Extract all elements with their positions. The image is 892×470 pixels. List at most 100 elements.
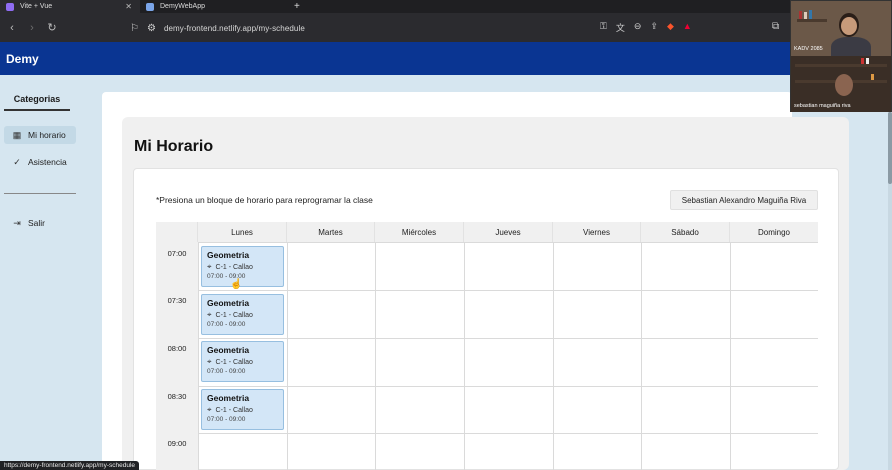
page-icon	[146, 2, 154, 11]
time-label: 08:00	[167, 344, 187, 353]
forward-icon[interactable]: ›	[24, 22, 40, 34]
shelf	[797, 19, 827, 22]
block-time: 07:00 - 09:00	[207, 273, 246, 280]
grid-divider	[553, 242, 554, 470]
user-name-button[interactable]: Sebastian Alexandro Maguiña Riva	[670, 190, 818, 210]
bookmark-icon[interactable]: ⚐	[130, 23, 139, 34]
calendar-icon: ▦	[12, 129, 22, 140]
grid-divider	[641, 242, 642, 470]
translate-icon[interactable]: 文	[616, 21, 625, 34]
check-circle-icon: ✓	[13, 156, 21, 167]
sidebar-item-mi-horario[interactable]: ▦ Mi horario	[4, 126, 76, 144]
grid-divider	[198, 242, 818, 243]
sidebar-item-label: Asistencia	[28, 157, 67, 167]
block-title: Geometria	[207, 345, 250, 355]
sidebar-title: Categorias	[4, 94, 70, 111]
scrollbar-thumb[interactable]	[888, 112, 892, 184]
day-header-domingo: Domingo	[730, 222, 818, 242]
day-header-lunes: Lunes	[198, 222, 287, 242]
block-location: C-1 - Callao	[215, 311, 253, 319]
site-settings-icon[interactable]: ⚙	[147, 23, 156, 34]
sidebar: Categorias ▦ Mi horario ✓ Asistencia ⇥ S…	[0, 75, 100, 470]
schedule-block[interactable]: Geometria ⌖ C-1 - Callao 07:00 - 09:00	[201, 341, 284, 382]
url-text: demy-frontend.netlify.app/my-schedule	[163, 23, 305, 33]
webcam-label: KADV 2085	[794, 46, 823, 52]
location-pin-icon: ⌖	[207, 262, 212, 271]
book	[799, 11, 802, 19]
day-header-miercoles: Miércoles	[375, 222, 464, 242]
back-icon[interactable]: ‹	[4, 22, 20, 34]
block-time: 07:00 - 09:00	[207, 416, 246, 423]
page-title: Mi Horario	[134, 138, 214, 155]
share-icon[interactable]: ⇪	[650, 21, 658, 34]
block-title: Geometria	[207, 250, 250, 260]
day-header-martes: Martes	[287, 222, 375, 242]
schedule-block[interactable]: Geometria ⌖ C-1 - Callao 07:00 - 09:00	[201, 246, 284, 287]
brave-shield-icon[interactable]: ◆	[667, 21, 674, 34]
browser-tab-demy[interactable]: DemyWebApp	[140, 0, 290, 13]
grid-divider	[287, 242, 288, 470]
block-title: Geometria	[207, 393, 250, 403]
sidebar-item-salir[interactable]: ⇥ Salir	[4, 214, 76, 232]
vite-icon	[6, 2, 14, 11]
reload-icon[interactable]: ↻	[44, 21, 60, 34]
time-label: 07:00	[167, 249, 187, 258]
schedule-grid: Lunes Martes Miércoles Jueves Viernes Sá…	[156, 222, 818, 470]
status-link-preview: https://demy-frontend.netlify.app/my-sch…	[0, 461, 140, 470]
location-pin-icon: ⌖	[207, 357, 212, 366]
webcam-feed-bottom: sebastian maguiña riva	[791, 56, 891, 112]
url-field[interactable]: ⚐ ⚙ demy-frontend.netlify.app/my-schedul…	[130, 20, 305, 36]
block-location: C-1 - Callao	[215, 358, 253, 366]
browser-tab-vite[interactable]: Vite + Vue ✕	[0, 0, 140, 13]
key-icon[interactable]: ⚿	[600, 21, 607, 34]
app-header: Demy	[0, 42, 892, 75]
person-face	[841, 17, 857, 35]
shelf	[795, 64, 887, 67]
location-pin-icon: ⌖	[207, 405, 212, 414]
pointer-cursor-icon: ☝	[230, 279, 243, 290]
book	[804, 12, 807, 19]
new-tab-icon[interactable]: +	[294, 1, 300, 12]
book	[866, 58, 869, 64]
book	[861, 58, 864, 64]
block-title: Geometria	[207, 298, 250, 308]
sidebar-item-asistencia[interactable]: ✓ Asistencia	[4, 153, 76, 171]
tab-label: Vite + Vue	[20, 3, 53, 10]
book	[871, 74, 874, 80]
zoom-out-icon[interactable]: ⊖	[634, 21, 642, 34]
location-pin-icon: ⌖	[207, 310, 212, 319]
time-label: 07:30	[167, 296, 187, 305]
brand-logo[interactable]: Demy	[6, 52, 39, 66]
close-tab-icon[interactable]: ✕	[125, 2, 132, 11]
person-face	[835, 74, 853, 96]
day-header-viernes: Viernes	[553, 222, 641, 242]
grid-divider	[198, 433, 818, 434]
webcam-feed-top: KADV 2085	[791, 1, 891, 61]
browser-actions: ⚿ 文 ⊖ ⇪ ◆ ▲	[600, 21, 692, 34]
grid-divider	[375, 242, 376, 470]
grid-divider	[198, 338, 818, 339]
sidebar-item-label: Salir	[28, 218, 46, 228]
webcam-label: sebastian maguiña riva	[794, 103, 851, 109]
block-time: 07:00 - 09:00	[207, 321, 246, 328]
sidebar-item-label: Mi horario	[28, 130, 66, 140]
grid-corner	[156, 222, 198, 242]
sidebar-divider	[4, 193, 76, 194]
time-label: 09:00	[167, 439, 187, 448]
time-column	[156, 242, 198, 470]
grid-divider	[730, 242, 731, 470]
grid-divider	[464, 242, 465, 470]
schedule-block[interactable]: Geometria ⌖ C-1 - Callao 07:00 - 09:00	[201, 389, 284, 430]
block-location: C-1 - Callao	[215, 263, 253, 271]
tab-label: DemyWebApp	[160, 3, 206, 10]
extensions-icon[interactable]: ⧉	[772, 21, 779, 32]
logout-icon: ⇥	[13, 217, 21, 228]
grid-divider	[198, 386, 818, 387]
schedule-block[interactable]: Geometria ⌖ C-1 - Callao 07:00 - 09:00	[201, 294, 284, 335]
address-bar-row: ‹ › ↻ ⚐ ⚙ demy-frontend.netlify.app/my-s…	[0, 13, 892, 42]
time-label: 08:30	[167, 392, 187, 401]
rewards-icon[interactable]: ▲	[683, 21, 692, 34]
grid-divider	[198, 242, 199, 470]
day-header-jueves: Jueves	[464, 222, 553, 242]
day-header-sabado: Sábado	[641, 222, 730, 242]
